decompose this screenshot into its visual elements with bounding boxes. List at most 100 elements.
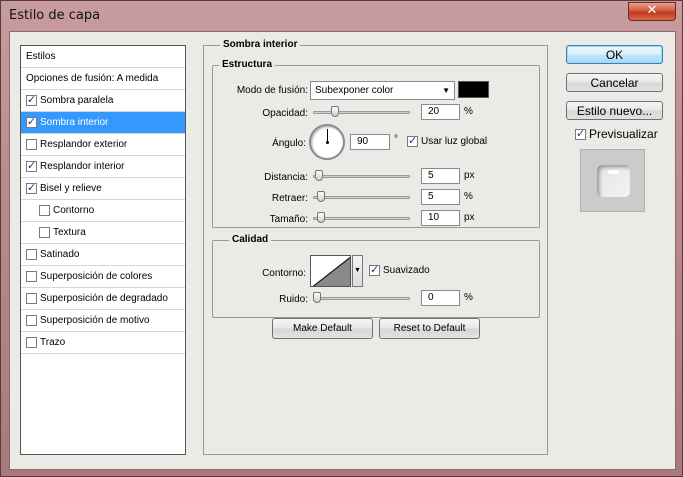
noise-input[interactable]: 0: [421, 290, 460, 306]
checkbox-icon[interactable]: [407, 134, 418, 147]
new-style-button[interactable]: Estilo nuevo...: [566, 101, 663, 120]
slider-thumb[interactable]: [317, 191, 326, 202]
style-item-superposición-de-degradado[interactable]: Superposición de degradado: [21, 288, 185, 310]
noise-label: Ruido:: [279, 294, 308, 305]
style-item-resplandor-interior[interactable]: Resplandor interior: [21, 156, 185, 178]
make-default-button[interactable]: Make Default: [272, 318, 373, 339]
chevron-down-icon: ▼: [354, 267, 361, 274]
blend-mode-select[interactable]: Subexponer color ▼: [310, 81, 455, 100]
checkbox-icon[interactable]: [39, 205, 50, 216]
style-item-label: Satinado: [40, 249, 80, 260]
angle-dial[interactable]: [309, 124, 345, 160]
style-item-sombra-paralela[interactable]: Sombra paralela: [21, 90, 185, 112]
slider-thumb[interactable]: [330, 106, 339, 117]
choke-input[interactable]: 5: [421, 189, 460, 205]
contour-label: Contorno:: [262, 268, 306, 279]
checkbox-icon[interactable]: [575, 127, 586, 140]
distance-input[interactable]: 5: [421, 168, 460, 184]
style-item-resplandor-exterior[interactable]: Resplandor exterior: [21, 134, 185, 156]
checkbox-icon[interactable]: [26, 293, 37, 304]
size-input[interactable]: 10: [421, 210, 460, 226]
style-item-label: Textura: [53, 227, 86, 238]
global-light-checkbox[interactable]: Usar luz global: [407, 134, 488, 147]
contour-preview[interactable]: [310, 255, 351, 287]
shadow-color-swatch[interactable]: [458, 81, 489, 98]
style-item-superposición-de-motivo[interactable]: Superposición de motivo: [21, 310, 185, 332]
blend-options-item[interactable]: Opciones de fusión: A medida: [21, 68, 185, 90]
checkbox-icon[interactable]: [26, 337, 37, 348]
structure-title: Estructura: [219, 59, 276, 70]
checkbox-icon[interactable]: [369, 263, 380, 276]
quality-title: Calidad: [229, 234, 272, 245]
choke-slider[interactable]: [313, 191, 410, 203]
slider-thumb[interactable]: [313, 292, 321, 303]
slider-track: [313, 111, 410, 114]
slider-thumb[interactable]: [316, 212, 325, 223]
slider-thumb[interactable]: [314, 170, 323, 181]
cancel-button[interactable]: Cancelar: [566, 73, 663, 92]
preview-swatch: [597, 165, 630, 197]
style-item-label: Bisel y relieve: [40, 183, 102, 194]
styles-header-label: Estilos: [26, 51, 56, 62]
style-item-contorno[interactable]: Contorno: [21, 200, 185, 222]
style-item-sombra-interior[interactable]: Sombra interior: [21, 112, 185, 134]
size-slider[interactable]: [313, 212, 410, 224]
style-preview: [580, 149, 645, 212]
opacity-label: Opacidad:: [262, 108, 308, 119]
contour-dropdown[interactable]: ▼: [352, 255, 363, 287]
style-item-bisel-y-relieve[interactable]: Bisel y relieve: [21, 178, 185, 200]
checkbox-icon[interactable]: [39, 227, 50, 238]
opacity-unit: %: [464, 106, 473, 117]
checkbox-icon[interactable]: [26, 93, 37, 106]
size-unit: px: [464, 212, 475, 223]
opacity-input[interactable]: 20: [421, 104, 460, 120]
window-title: Estilo de capa: [9, 8, 101, 23]
noise-slider[interactable]: [313, 292, 410, 304]
slider-track: [313, 196, 410, 199]
title-bar[interactable]: Estilo de capa ✕: [1, 1, 682, 31]
checkbox-icon[interactable]: [26, 181, 37, 194]
global-light-label: Usar luz global: [421, 136, 488, 147]
style-item-satinado[interactable]: Satinado: [21, 244, 185, 266]
checkbox-icon[interactable]: [26, 159, 37, 172]
reset-default-button[interactable]: Reset to Default: [379, 318, 480, 339]
blend-mode-label: Modo de fusión:: [236, 85, 308, 96]
style-item-label: Sombra paralela: [40, 95, 114, 106]
panel-title: Sombra interior: [220, 39, 301, 50]
distance-slider[interactable]: [313, 170, 410, 182]
checkbox-icon[interactable]: [26, 115, 37, 128]
angle-center: [326, 141, 329, 144]
close-button[interactable]: ✕: [628, 2, 676, 21]
checkbox-icon[interactable]: [26, 315, 37, 326]
style-item-trazo[interactable]: Trazo: [21, 332, 185, 354]
blend-options-label: Opciones de fusión: A medida: [26, 73, 159, 84]
choke-unit: %: [464, 191, 473, 202]
antialias-checkbox[interactable]: Suavizado: [369, 263, 430, 276]
preview-checkbox[interactable]: Previsualizar: [575, 127, 658, 141]
style-item-label: Superposición de motivo: [40, 315, 150, 326]
angle-input[interactable]: 90: [350, 134, 390, 150]
structure-group: Estructura Modo de fusión: Subexponer co…: [212, 59, 540, 228]
checkbox-icon[interactable]: [26, 271, 37, 282]
noise-unit: %: [464, 292, 473, 303]
antialias-label: Suavizado: [383, 265, 430, 276]
slider-track: [313, 175, 410, 178]
styles-list: Estilos Opciones de fusión: A medida Som…: [20, 45, 186, 455]
ok-button[interactable]: OK: [566, 45, 663, 64]
preview-label: Previsualizar: [589, 127, 658, 141]
dialog-window: Estilo de capa ✕ Estilos Opciones de fus…: [0, 0, 683, 477]
checkbox-icon[interactable]: [26, 139, 37, 150]
checkbox-icon[interactable]: [26, 249, 37, 260]
quality-group: Calidad Contorno: ▼ Suavizado Ruido:: [212, 234, 540, 318]
angle-unit: °: [394, 134, 398, 145]
styles-header[interactable]: Estilos: [21, 46, 185, 68]
choke-label: Retraer:: [271, 193, 308, 204]
chevron-down-icon: ▼: [442, 86, 450, 95]
style-item-label: Superposición de colores: [40, 271, 153, 282]
opacity-slider[interactable]: [313, 106, 410, 118]
style-item-label: Resplandor exterior: [40, 139, 128, 150]
style-item-superposición-de-colores[interactable]: Superposición de colores: [21, 266, 185, 288]
slider-track: [313, 297, 410, 300]
style-item-textura[interactable]: Textura: [21, 222, 185, 244]
style-item-label: Sombra interior: [40, 117, 109, 128]
